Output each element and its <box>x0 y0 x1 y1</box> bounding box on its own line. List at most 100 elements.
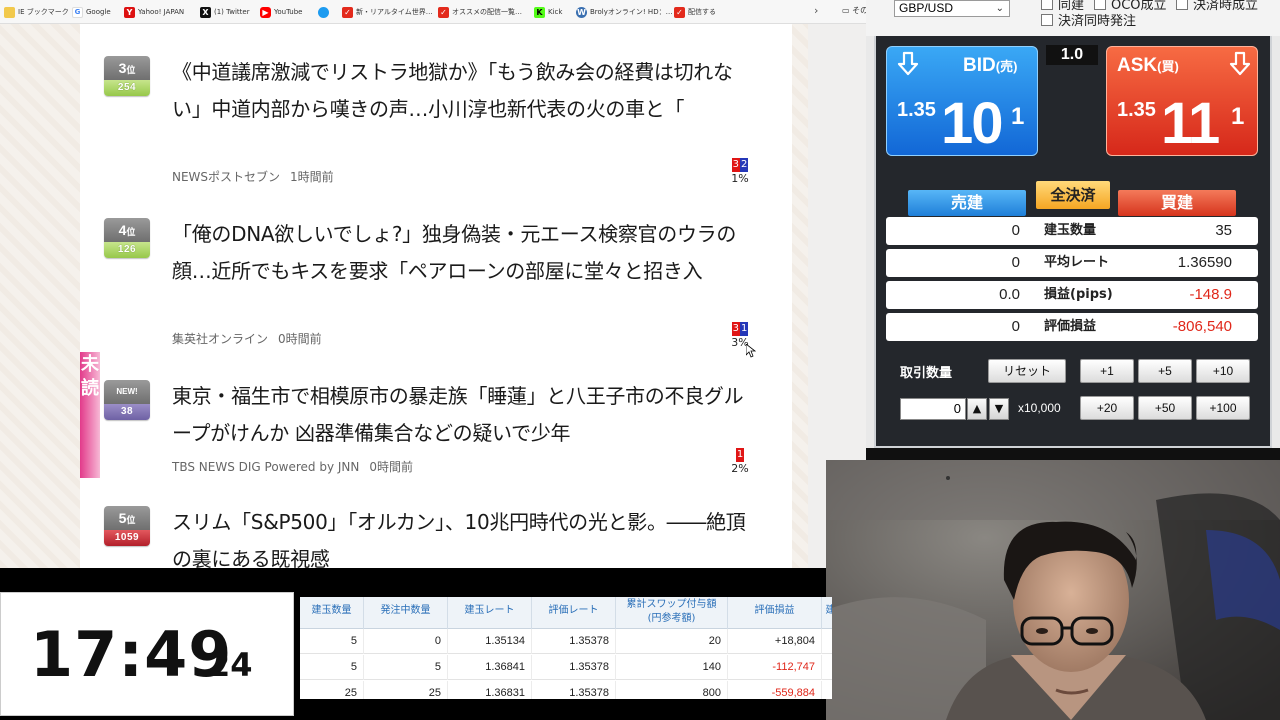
arrow-down-icon <box>1229 51 1251 76</box>
trade-quantity-label: 取引数量 <box>900 366 953 381</box>
stream-icon: ✓ <box>674 6 685 18</box>
unread-marker: 未 読 <box>80 352 100 478</box>
positions-table: 建玉数量 発注中数量 建玉レート 評価レート 累計スワップ付与額 (円参考額) 評… <box>300 597 832 699</box>
bid-prefix: 1.35 <box>897 99 936 121</box>
bookmark-twitter[interactable]: X (1) Twitter <box>200 4 250 20</box>
rank-badge: 3位 254 <box>104 56 150 96</box>
webcam-feed <box>826 460 1280 720</box>
rank-badge: 5位 1059 <box>104 506 150 546</box>
rank-badge: NEW! 38 <box>104 380 150 420</box>
news-title[interactable]: スリム「S&P500」「オルカン」、10兆円時代の光と影。――絶頂の裏にある既視… <box>172 504 747 577</box>
news-icon: ✓ <box>342 6 353 18</box>
news-item[interactable]: 3位 254 《中道議席激減でリストラ地獄か》「もう飲み会の経費は切れない」中道… <box>80 24 792 185</box>
quantity-down-button[interactable]: ▼ <box>989 398 1009 420</box>
bookmark-streams[interactable]: ✓ オススメの配信一覧… <box>438 4 522 20</box>
bookmark-yahoo[interactable]: Y Yahoo! JAPAN <box>124 4 184 20</box>
bid-big-figure: 10 <box>941 91 1003 156</box>
column-header[interactable]: 評価損益 <box>728 597 822 629</box>
bookmark-google[interactable]: G Google <box>72 4 111 20</box>
chevron-right-icon[interactable]: › <box>814 4 818 17</box>
bid-button[interactable]: BID(売) 1.35 10 1 <box>886 46 1038 156</box>
checkbox-settle[interactable]: 決済時成立 <box>1176 0 1258 13</box>
column-header[interactable]: 建 <box>822 597 833 629</box>
bookmark-ie[interactable]: IE ブックマーク <box>4 4 69 20</box>
stream-icon: ✓ <box>438 6 449 18</box>
folder-icon <box>4 6 15 18</box>
mouse-cursor-icon <box>746 344 756 358</box>
position-row-pips: 0.0 損益(pips) -148.9 <box>886 281 1258 309</box>
bookmark-youtube[interactable]: ▶ YouTube <box>260 4 302 20</box>
comment-count: 1059 <box>104 530 150 546</box>
reset-button[interactable]: リセット <box>988 359 1066 383</box>
table-row[interactable]: 25 25 1.36831 1.35378 800 -559,884 <box>300 681 832 699</box>
quick-add-button[interactable]: +10 <box>1196 359 1250 383</box>
ask-button[interactable]: ASK(買) 1.35 11 1 <box>1106 46 1258 156</box>
quick-add-button[interactable]: +5 <box>1138 359 1192 383</box>
currency-pair-select[interactable]: GBP/USD ⌄ <box>894 0 1010 17</box>
rank-badge: 4位 126 <box>104 218 150 258</box>
news-item[interactable]: 4位 126 「俺のDNA欲しいでしょ?」独身偽装・元エース検察官のウラの顔…近… <box>80 184 792 352</box>
close-all-button[interactable]: 全決済 <box>1036 181 1110 209</box>
x-icon: X <box>200 6 211 18</box>
bookmark-broly[interactable]: W Brolyオンライン! HD：… <box>576 4 673 20</box>
news-item[interactable]: NEW! 38 東京・福生市で相模原市の暴走族「睡蓮」と八王子市の不良グループが… <box>80 352 792 478</box>
quantity-up-button[interactable]: ▲ <box>967 398 987 420</box>
table-row[interactable]: 5 5 1.36841 1.35378 140 -112,747 <box>300 655 832 680</box>
position-row-pnl: 0 評価損益 -806,540 <box>886 313 1258 341</box>
news-title[interactable]: 《中道議席激減でリストラ地獄か》「もう飲み会の経費は切れない」中道内部から嘆きの… <box>172 54 747 127</box>
chevron-down-icon: ⌄ <box>995 3 1004 14</box>
news-title[interactable]: 「俺のDNA欲しいでしょ?」独身偽装・元エース検察官のウラの顔…近所でもキスを要… <box>172 216 747 289</box>
quick-add-button[interactable]: +1 <box>1080 359 1134 383</box>
divider <box>866 448 1280 460</box>
news-source: 集英社オンライン <box>172 332 269 346</box>
column-header-swap[interactable]: 累計スワップ付与額 (円参考額) <box>616 597 728 629</box>
comment-count: 126 <box>104 242 150 258</box>
column-header[interactable]: 評価レート <box>532 597 616 629</box>
bookmark-kick[interactable]: K Kick <box>534 4 562 20</box>
news-source: NEWSポストセブン <box>172 170 281 184</box>
position-row-avg-rate: 0 平均レート 1.36590 <box>886 249 1258 277</box>
quantity-unit: x10,000 <box>1018 401 1061 415</box>
quick-add-button[interactable]: +20 <box>1080 396 1134 420</box>
table-row[interactable]: 5 0 1.35134 1.35378 20 +18,804 <box>300 629 832 654</box>
quick-add-button[interactable]: +100 <box>1196 396 1250 420</box>
yahoo-icon: Y <box>124 6 135 18</box>
sell-button[interactable]: 売建 <box>908 190 1026 216</box>
news-title[interactable]: 東京・福生市で相模原市の暴走族「睡蓮」と八王子市の不良グループがけんか 凶器準備… <box>172 378 747 451</box>
bookmark-twitter-bird[interactable] <box>318 4 332 20</box>
ask-big-figure: 11 <box>1161 91 1220 156</box>
checkbox-icon <box>1041 0 1053 10</box>
positions-table-header: 建玉数量 発注中数量 建玉レート 評価レート 累計スワップ付与額 (円参考額) 評… <box>300 597 832 629</box>
news-ranking-list: 3位 254 《中道議席激減でリストラ地獄か》「もう飲み会の経費は切れない」中道… <box>80 24 792 571</box>
clock-time: 17:49 <box>30 618 233 691</box>
checkbox-icon <box>1041 13 1053 26</box>
column-header[interactable]: 建玉レート <box>448 597 532 629</box>
news-time: 0時間前 <box>278 332 322 346</box>
webcam-image <box>826 460 1280 720</box>
ask-prefix: 1.35 <box>1117 99 1156 121</box>
kick-icon: K <box>534 6 545 18</box>
bookmark-realtime[interactable]: ✓ 新・リアルタイム世界… <box>342 4 433 20</box>
reaction-box: 32 1% <box>726 158 754 185</box>
checkbox-icon <box>1094 0 1106 10</box>
bookmark-folder-other[interactable]: ▭ その <box>842 5 866 16</box>
bookmark-stream[interactable]: ✓ 配信する <box>674 4 716 20</box>
news-meta: 集英社オンライン 0時間前 <box>172 330 322 347</box>
quick-add-button[interactable]: +50 <box>1138 396 1192 420</box>
twitter-bird-icon <box>318 6 329 18</box>
youtube-icon: ▶ <box>260 6 271 18</box>
comment-count: 254 <box>104 80 150 96</box>
column-header[interactable]: 建玉数量 <box>300 597 364 629</box>
trade-quantity-input[interactable]: 0 <box>900 398 966 420</box>
buy-button[interactable]: 買建 <box>1118 190 1236 216</box>
ask-pip: 1 <box>1231 103 1245 130</box>
news-meta: TBS NEWS DIG Powered by JNN 0時間前 <box>172 458 413 475</box>
clock-seconds: 24 <box>208 646 253 684</box>
checkbox-icon <box>1176 0 1188 10</box>
wordpress-icon: W <box>576 6 587 18</box>
google-icon: G <box>72 6 83 18</box>
checkbox-close-same-time[interactable]: 決済同時発注 <box>1041 10 1136 29</box>
news-item[interactable]: 5位 1059 スリム「S&P500」「オルカン」、10兆円時代の光と影。――絶… <box>80 478 792 571</box>
spread-value: 1.0 <box>1046 45 1098 65</box>
column-header[interactable]: 発注中数量 <box>364 597 448 629</box>
